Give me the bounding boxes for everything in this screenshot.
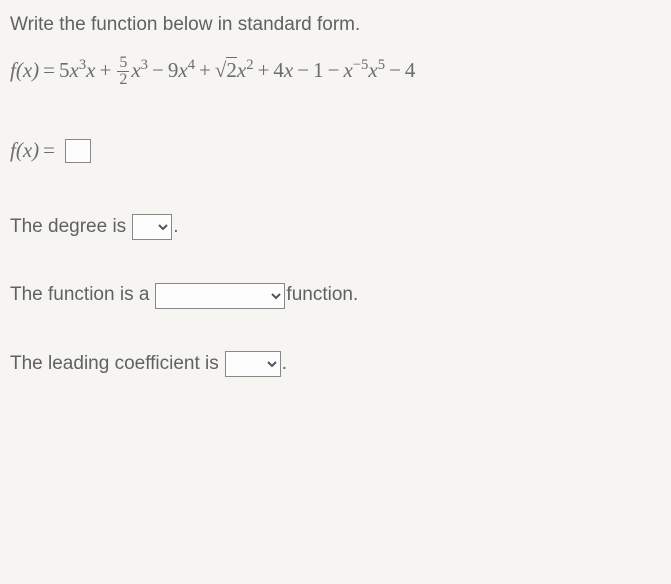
answer-row-leading-coeff: The leading coefficient is . bbox=[10, 351, 661, 378]
function-type-after: function. bbox=[286, 282, 358, 309]
answer-row-fx: f(x)= bbox=[10, 136, 661, 165]
degree-after: . bbox=[173, 214, 178, 241]
function-type-label: The function is a bbox=[10, 282, 149, 309]
answer-row-function-type: The function is a function. bbox=[10, 282, 661, 309]
answer-prefix: f(x)= bbox=[10, 136, 59, 165]
leading-coeff-label: The leading coefficient is bbox=[10, 351, 219, 378]
given-equation: f(x)=5x3x+52x3−9x4+√2x2+4x−1−x−5x5−4 bbox=[10, 55, 661, 89]
degree-select[interactable] bbox=[132, 214, 172, 240]
leading-coeff-after: . bbox=[282, 351, 287, 378]
question-prompt: Write the function below in standard for… bbox=[10, 12, 661, 39]
fx-answer-input[interactable] bbox=[65, 139, 91, 163]
function-type-select[interactable] bbox=[155, 283, 285, 309]
answer-row-degree: The degree is . bbox=[10, 214, 661, 241]
degree-label: The degree is bbox=[10, 214, 126, 241]
leading-coeff-select[interactable] bbox=[225, 351, 281, 377]
